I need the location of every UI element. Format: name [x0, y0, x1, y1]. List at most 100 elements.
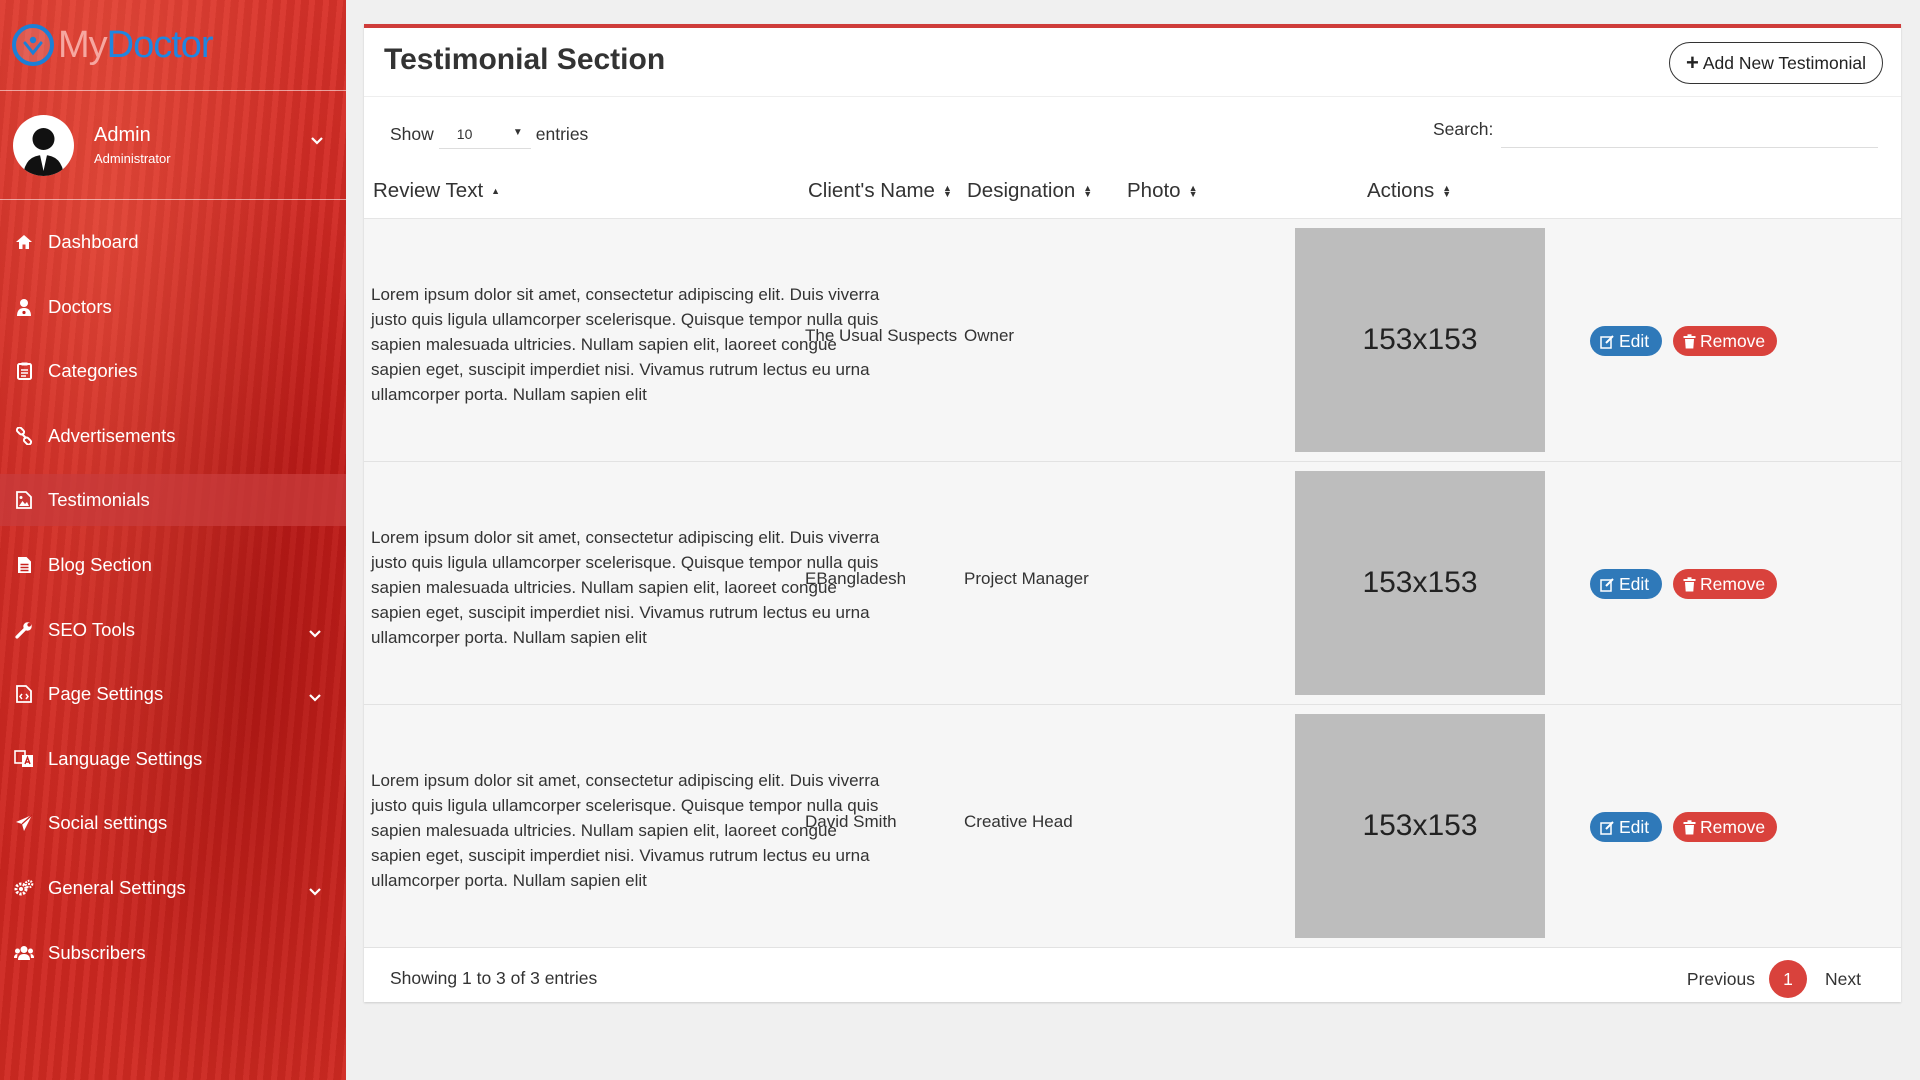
column-header-photo[interactable]: Photo ▲ ▼: [1127, 179, 1198, 203]
home-icon: [14, 232, 34, 252]
client-name: The Usual Suspects: [805, 326, 958, 345]
previous-page-button[interactable]: Previous: [1687, 969, 1755, 990]
add-testimonial-button[interactable]: + Add New Testimonial: [1669, 42, 1883, 84]
sidebar-item-social-settings[interactable]: Social settings: [0, 797, 346, 849]
testimonial-panel: Testimonial Section + Add New Testimonia…: [364, 24, 1901, 1002]
edit-button[interactable]: Edit: [1590, 812, 1662, 842]
add-testimonial-label: Add New Testimonial: [1702, 52, 1866, 73]
chevron-down-icon: [308, 880, 322, 902]
table-header: Review Text ▲ Client's Name ▲ ▼ Designati…: [364, 157, 1901, 219]
user-role: Administrator: [94, 151, 171, 166]
panel-header: Testimonial Section + Add New Testimonia…: [364, 28, 1901, 97]
column-header-label: Photo: [1127, 179, 1181, 202]
sidebar-item-blog-section[interactable]: Blog Section: [0, 539, 346, 591]
edit-button[interactable]: Edit: [1590, 326, 1662, 356]
photo-placeholder: 153x153: [1295, 714, 1545, 938]
show-label: Show: [390, 123, 434, 144]
remove-label: Remove: [1700, 330, 1766, 351]
sidebar-item-label: Dashboard: [48, 231, 139, 252]
language-icon: [14, 749, 34, 769]
sort-icon: ▲ ▼: [1442, 183, 1452, 199]
sort-icon: ▲ ▼: [942, 183, 952, 199]
search-input[interactable]: [1501, 109, 1878, 148]
logo-text-my: My: [58, 23, 108, 66]
column-header-actions[interactable]: Actions ▲ ▼: [1367, 179, 1451, 203]
page-title: Testimonial Section: [384, 43, 666, 76]
user-panel[interactable]: Admin Administrator: [0, 91, 346, 200]
page-1-button[interactable]: 1: [1769, 960, 1808, 998]
remove-button[interactable]: Remove: [1673, 812, 1777, 842]
entries-label: entries: [535, 123, 589, 144]
remove-button[interactable]: Remove: [1673, 326, 1777, 356]
column-header-label: Actions: [1367, 179, 1435, 202]
code-file-icon: [14, 684, 34, 704]
logo-text: MyDoctor: [58, 23, 214, 67]
user-md-icon: [14, 297, 34, 317]
sidebar-item-label: Blog Section: [48, 553, 152, 575]
sidebar-item-page-settings[interactable]: Page Settings: [0, 668, 346, 720]
caret-down-icon: ▼: [512, 127, 523, 138]
remove-label: Remove: [1700, 573, 1766, 594]
sidebar-item-doctors[interactable]: Doctors: [0, 281, 346, 333]
column-header-label: Designation: [967, 179, 1076, 202]
chevron-down-icon: [308, 622, 322, 644]
logo[interactable]: MyDoctor: [0, 0, 346, 91]
paper-plane-icon: [14, 813, 34, 833]
column-header-label: Review Text: [373, 179, 484, 202]
sidebar-item-general-settings[interactable]: General Settings: [0, 862, 346, 914]
search-label: Search:: [1433, 119, 1494, 139]
page-length-select[interactable]: 10 ▼: [438, 119, 531, 149]
edit-icon: [1600, 820, 1615, 835]
entries-info: Showing 1 to 3 of 3 entries: [390, 968, 598, 988]
user-name: Admin: [94, 124, 151, 146]
sort-icon: ▲ ▼: [1083, 183, 1093, 199]
sidebar-nav: Dashboard Doctors Categories Advertiseme…: [0, 216, 346, 979]
remove-button[interactable]: Remove: [1673, 569, 1777, 599]
sidebar-item-label: General Settings: [48, 876, 186, 898]
table-row: Lorem ipsum dolor sit amet, consectetur …: [364, 462, 1901, 705]
chevron-down-icon[interactable]: [310, 133, 324, 151]
sidebar: MyDoctor Admin Administrator Dashboard D…: [0, 0, 346, 1080]
table-footer: Showing 1 to 3 of 3 entries Previous 1 N…: [364, 948, 1901, 1008]
table-row: Lorem ipsum dolor sit amet, consectetur …: [364, 219, 1901, 462]
edit-button[interactable]: Edit: [1590, 569, 1662, 599]
column-header-designation[interactable]: Designation ▲ ▼: [967, 179, 1092, 203]
client-name: EBangladesh: [805, 569, 907, 588]
edit-icon: [1600, 577, 1615, 592]
sidebar-item-subscribers[interactable]: Subscribers: [0, 927, 346, 979]
designation: Project Manager: [964, 569, 1089, 588]
page-length-value: 10: [456, 125, 473, 142]
logo-icon: [12, 24, 54, 66]
gears-icon: [14, 878, 34, 898]
wrench-icon: [14, 620, 34, 640]
sidebar-item-seo-tools[interactable]: SEO Tools: [0, 604, 346, 656]
plus-icon: +: [1686, 50, 1699, 75]
column-header-client[interactable]: Client's Name ▲ ▼: [808, 179, 952, 203]
users-icon: [14, 943, 34, 963]
sidebar-item-label: Social settings: [48, 812, 168, 834]
edit-label: Edit: [1619, 330, 1650, 351]
table-controls: Show 10 ▼ entries Search:: [364, 97, 1901, 157]
sort-asc-icon: ▲: [491, 186, 501, 196]
edit-label: Edit: [1619, 573, 1650, 594]
table-row: Lorem ipsum dolor sit amet, consectetur …: [364, 705, 1901, 948]
edit-icon: [1600, 334, 1615, 349]
sidebar-item-label: Page Settings: [48, 683, 164, 705]
link-icon: [14, 426, 34, 446]
next-page-button[interactable]: Next: [1825, 969, 1861, 990]
file-text-icon: [14, 555, 34, 575]
column-header-review[interactable]: Review Text ▲: [373, 179, 500, 203]
designation: Creative Head: [964, 812, 1073, 831]
trash-icon: [1683, 576, 1696, 592]
photo-placeholder: 153x153: [1295, 228, 1545, 452]
logo-text-doctor: Doctor: [106, 23, 214, 66]
edit-label: Edit: [1619, 816, 1650, 837]
sidebar-item-categories[interactable]: Categories: [0, 345, 346, 397]
sidebar-item-advertisements[interactable]: Advertisements: [0, 410, 346, 462]
sidebar-item-testimonials[interactable]: Testimonials: [0, 474, 346, 527]
sidebar-item-label: Testimonials: [48, 489, 150, 511]
sidebar-item-dashboard[interactable]: Dashboard: [0, 216, 346, 268]
chevron-down-icon: [308, 686, 322, 708]
sidebar-item-language-settings[interactable]: Language Settings: [0, 733, 346, 785]
pagination: Previous 1 Next: [1687, 960, 1861, 998]
